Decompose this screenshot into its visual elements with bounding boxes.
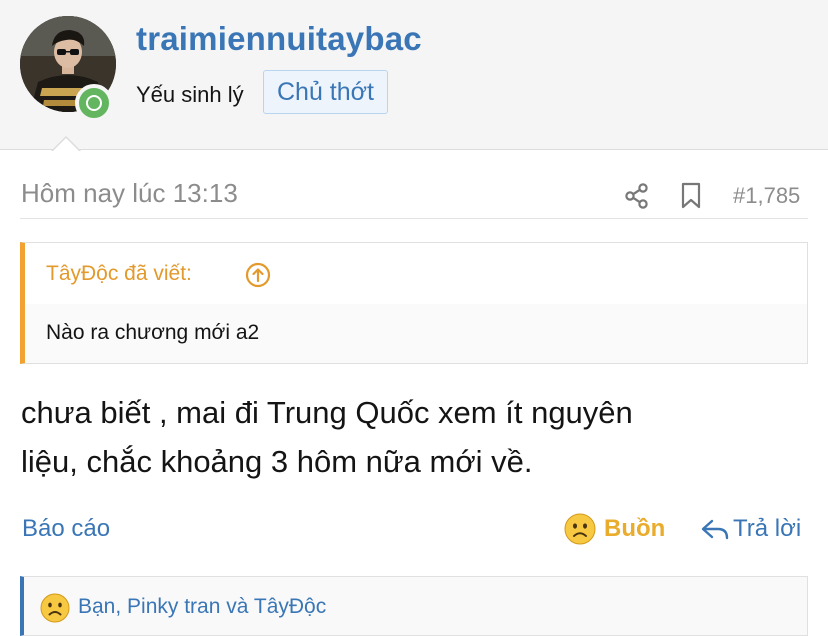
reply-button[interactable]: Trả lời <box>733 515 801 543</box>
message-line: chưa biết , mai đi Trung Quốc xem ít ngu… <box>21 395 633 430</box>
jump-to-quote-icon[interactable] <box>245 262 271 288</box>
quote-author[interactable]: TâyĐộc đã viết: <box>46 262 192 286</box>
reply-icon[interactable] <box>700 515 730 543</box>
quote-header[interactable]: TâyĐộc đã viết: <box>25 243 807 304</box>
quote-text: Nào ra chương mới a2 <box>46 321 260 344</box>
reactions-users[interactable]: Bạn, Pinky tran và TâyĐộc <box>78 595 326 619</box>
sad-face-icon[interactable] <box>564 513 596 545</box>
sad-face-icon <box>40 593 70 623</box>
post-number[interactable]: #1,785 <box>733 183 800 209</box>
share-icon[interactable] <box>624 182 650 210</box>
post-message: chưa biết , mai đi Trung Quốc xem ít ngu… <box>21 388 801 486</box>
meta-divider <box>20 218 808 219</box>
bookmark-icon[interactable] <box>679 182 703 210</box>
reactions-summary[interactable]: Bạn, Pinky tran và TâyĐộc <box>20 576 808 636</box>
username-link[interactable]: traimiennuitaybac <box>136 20 422 58</box>
reaction-button[interactable]: Buồn <box>604 515 665 543</box>
post-date[interactable]: Hôm nay lúc 13:13 <box>21 178 238 209</box>
header-pointer-inner <box>52 138 80 152</box>
online-status-icon <box>75 84 113 122</box>
post-author-header: traimiennuitaybac Yếu sinh lý Chủ thớt <box>0 0 828 150</box>
quote-block: TâyĐộc đã viết: Nào ra chương mới a2 <box>20 242 808 364</box>
report-button[interactable]: Báo cáo <box>22 515 110 543</box>
user-title: Yếu sinh lý <box>136 82 244 107</box>
op-badge: Chủ thớt <box>263 70 388 114</box>
message-line: liệu, chắc khoảng 3 hôm nữa mới về. <box>21 444 533 479</box>
